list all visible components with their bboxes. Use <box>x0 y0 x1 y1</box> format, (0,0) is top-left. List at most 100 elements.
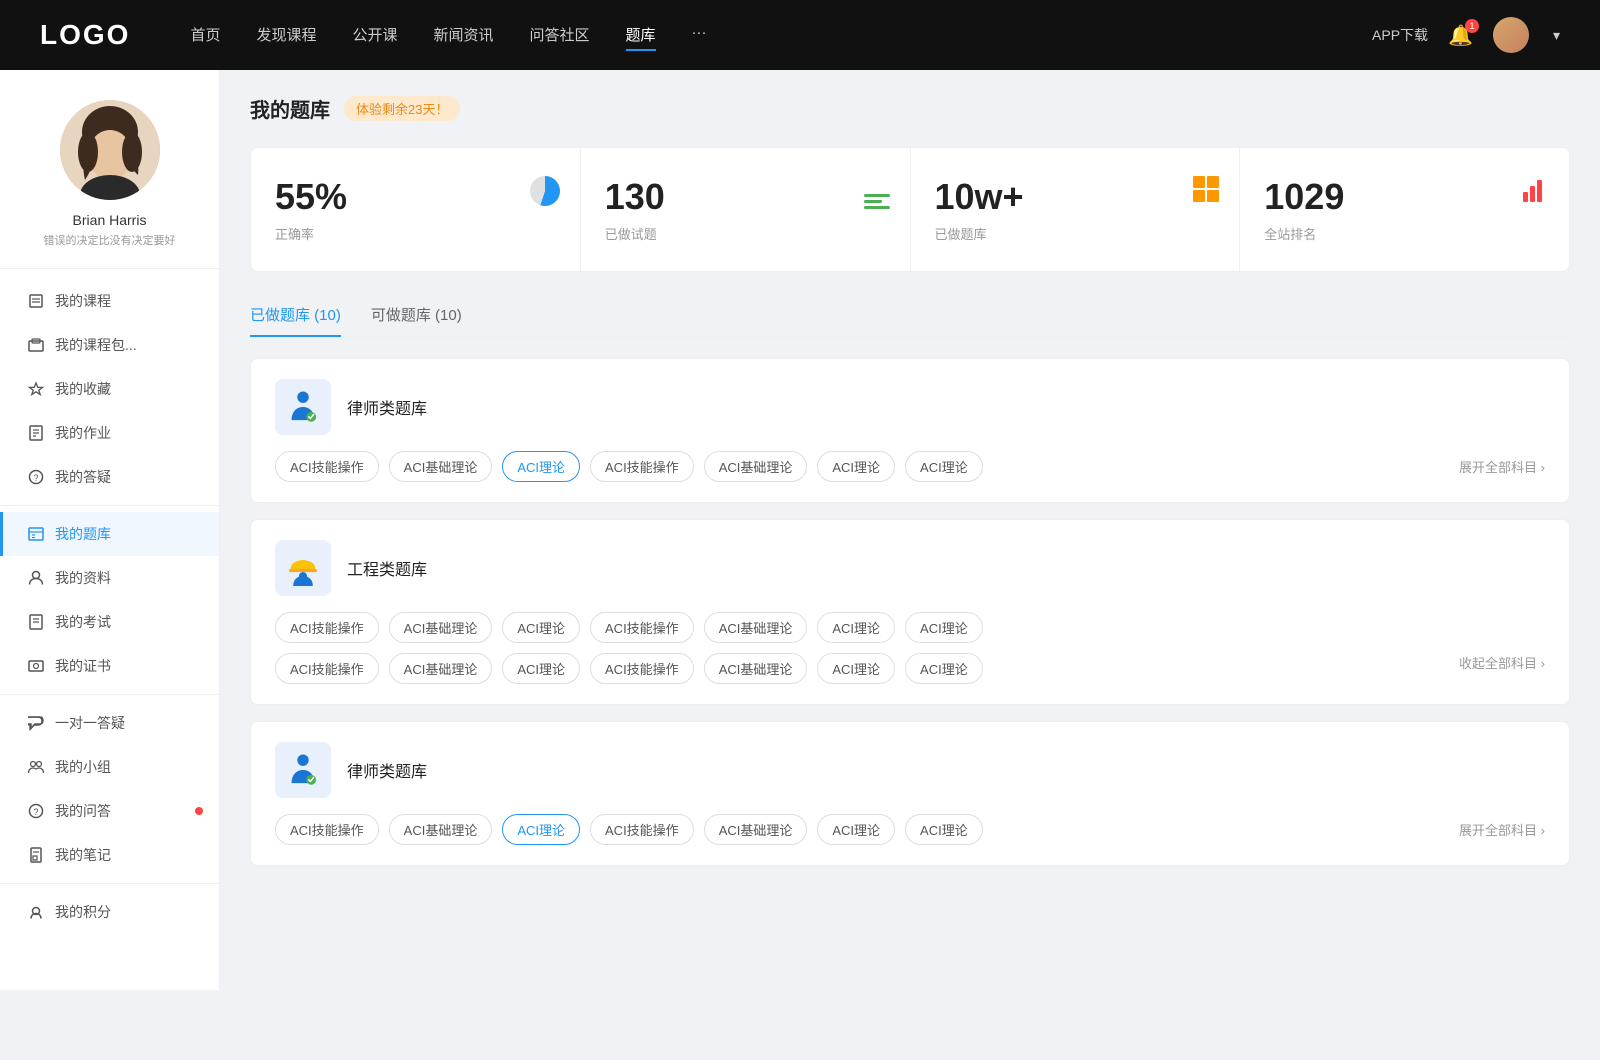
tag-2-0[interactable]: ACI技能操作 <box>275 814 379 845</box>
tag-1b-3[interactable]: ACI技能操作 <box>590 653 694 684</box>
notes-icon <box>27 846 45 864</box>
stat-questions-done-value: 130 <box>605 176 665 218</box>
tag-1b-6[interactable]: ACI理论 <box>905 653 983 684</box>
stat-questions-done-icon <box>864 176 890 215</box>
bank-card-2: 律师类题库 ACI技能操作 ACI基础理论 ACI理论 ACI技能操作 ACI基… <box>250 721 1570 866</box>
sidebar-item-group[interactable]: 我的小组 <box>0 745 219 789</box>
favorites-icon <box>27 380 45 398</box>
sidebar-item-oneqa[interactable]: 一对一答疑 <box>0 701 219 745</box>
tag-1-5[interactable]: ACI理论 <box>817 612 895 643</box>
tag-0-0[interactable]: ACI技能操作 <box>275 451 379 482</box>
tag-1-6[interactable]: ACI理论 <box>905 612 983 643</box>
user-avatar-btn[interactable] <box>1493 17 1529 53</box>
tag-2-3[interactable]: ACI技能操作 <box>590 814 694 845</box>
sidebar-item-homework[interactable]: 我的作业 <box>0 411 219 455</box>
sidebar: Brian Harris 错误的决定比没有决定要好 我的课程 我的课程包... <box>0 70 220 990</box>
tag-1-0[interactable]: ACI技能操作 <box>275 612 379 643</box>
tag-1-1[interactable]: ACI基础理论 <box>389 612 493 643</box>
user-menu-chevron[interactable]: ▾ <box>1553 27 1560 44</box>
divider-2 <box>0 694 219 695</box>
nav-discover[interactable]: 发现课程 <box>256 20 316 51</box>
tag-0-6[interactable]: ACI理论 <box>905 451 983 482</box>
bank-tags-1b: ACI技能操作 ACI基础理论 ACI理论 ACI技能操作 ACI基础理论 AC… <box>275 653 1545 684</box>
sidebar-item-questions[interactable]: ? 我的问答 <box>0 789 219 833</box>
stat-rank-label: 全站排名 <box>1264 224 1316 243</box>
sidebar-item-coursepack[interactable]: 我的课程包... <box>0 323 219 367</box>
sidebar-item-exam[interactable]: 我的考试 <box>0 600 219 644</box>
stat-rank: 1029 全站排名 <box>1240 148 1569 271</box>
bank-title-2: 律师类题库 <box>347 758 427 782</box>
tag-0-5[interactable]: ACI理论 <box>817 451 895 482</box>
sidebar-item-qa[interactable]: ? 我的答疑 <box>0 455 219 499</box>
bank-tags-1: ACI技能操作 ACI基础理论 ACI理论 ACI技能操作 ACI基础理论 AC… <box>275 612 1545 643</box>
sidebar-profile: Brian Harris 错误的决定比没有决定要好 <box>0 100 219 269</box>
page-title: 我的题库 <box>250 94 330 123</box>
sidebar-item-course[interactable]: 我的课程 <box>0 279 219 323</box>
tab-available[interactable]: 可做题库 (10) <box>371 296 462 337</box>
nav-opencourse[interactable]: 公开课 <box>352 20 397 51</box>
homework-icon <box>27 424 45 442</box>
tag-1b-1[interactable]: ACI基础理论 <box>389 653 493 684</box>
profile-avatar <box>60 100 160 200</box>
oneqa-icon <box>27 714 45 732</box>
group-icon <box>27 758 45 776</box>
bank-card-2-header: 律师类题库 <box>275 742 1545 798</box>
tag-2-2[interactable]: ACI理论 <box>502 814 580 845</box>
bank-collapse-1[interactable]: 收起全部科目 › <box>1459 653 1545 684</box>
stat-accuracy-value: 55% <box>275 176 347 218</box>
sidebar-label-course: 我的课程 <box>55 291 111 311</box>
sidebar-label-questions: 我的问答 <box>55 801 111 821</box>
navbar-download[interactable]: APP下载 <box>1372 25 1428 45</box>
points-icon <box>27 903 45 921</box>
tag-2-5[interactable]: ACI理论 <box>817 814 895 845</box>
tag-1b-0[interactable]: ACI技能操作 <box>275 653 379 684</box>
bank-icon-0 <box>275 379 331 435</box>
bank-expand-0[interactable]: 展开全部科目 › <box>1459 457 1545 476</box>
svg-text:?: ? <box>33 807 38 817</box>
tag-0-1[interactable]: ACI基础理论 <box>389 451 493 482</box>
sidebar-item-notes[interactable]: 我的笔记 <box>0 833 219 877</box>
bank-expand-2[interactable]: 展开全部科目 › <box>1459 820 1545 839</box>
tag-2-4[interactable]: ACI基础理论 <box>704 814 808 845</box>
sidebar-label-oneqa: 一对一答疑 <box>55 713 125 733</box>
tag-0-3[interactable]: ACI技能操作 <box>590 451 694 482</box>
nav-qa[interactable]: 问答社区 <box>530 20 590 51</box>
tag-2-1[interactable]: ACI基础理论 <box>389 814 493 845</box>
nav-home[interactable]: 首页 <box>190 20 220 51</box>
pie-chart-icon <box>530 176 560 206</box>
stat-accuracy-label: 正确率 <box>275 224 314 243</box>
sidebar-label-homework: 我的作业 <box>55 423 111 443</box>
notification-bell[interactable]: 🔔 1 <box>1448 23 1473 48</box>
tag-1b-4[interactable]: ACI基础理论 <box>704 653 808 684</box>
tag-0-4[interactable]: ACI基础理论 <box>704 451 808 482</box>
tag-1-2[interactable]: ACI理论 <box>502 612 580 643</box>
main-layout: Brian Harris 错误的决定比没有决定要好 我的课程 我的课程包... <box>0 70 1600 990</box>
stat-banks-done-label: 已做题库 <box>935 224 987 243</box>
nav-testbank[interactable]: 题库 <box>626 20 656 51</box>
sidebar-item-testbank[interactable]: 我的题库 <box>0 512 219 556</box>
tag-2-6[interactable]: ACI理论 <box>905 814 983 845</box>
tag-1b-5[interactable]: ACI理论 <box>817 653 895 684</box>
tab-done[interactable]: 已做题库 (10) <box>250 296 341 337</box>
nav-news[interactable]: 新闻资讯 <box>434 20 494 51</box>
profile-motto: 错误的决定比没有决定要好 <box>44 232 176 248</box>
avatar-image-svg <box>60 100 160 200</box>
sidebar-label-points: 我的积分 <box>55 902 111 922</box>
notification-badge: 1 <box>1465 19 1479 33</box>
page-header: 我的题库 体验剩余23天！ <box>250 94 1570 123</box>
tag-1b-2[interactable]: ACI理论 <box>502 653 580 684</box>
nav-more[interactable]: ··· <box>692 20 707 51</box>
sidebar-item-points[interactable]: 我的积分 <box>0 890 219 934</box>
main-content: 我的题库 体验剩余23天！ 55% 正确率 130 已做试题 <box>220 70 1600 990</box>
sidebar-item-profile[interactable]: 我的资料 <box>0 556 219 600</box>
tag-1-3[interactable]: ACI技能操作 <box>590 612 694 643</box>
sidebar-label-certificate: 我的证书 <box>55 656 111 676</box>
sidebar-item-certificate[interactable]: 我的证书 <box>0 644 219 688</box>
tag-0-2[interactable]: ACI理论 <box>502 451 580 482</box>
bank-title-0: 律师类题库 <box>347 395 427 419</box>
trial-badge: 体验剩余23天！ <box>344 96 460 121</box>
grid-chart-icon <box>1193 176 1219 202</box>
sidebar-item-favorites[interactable]: 我的收藏 <box>0 367 219 411</box>
sidebar-label-exam: 我的考试 <box>55 612 111 632</box>
tag-1-4[interactable]: ACI基础理论 <box>704 612 808 643</box>
